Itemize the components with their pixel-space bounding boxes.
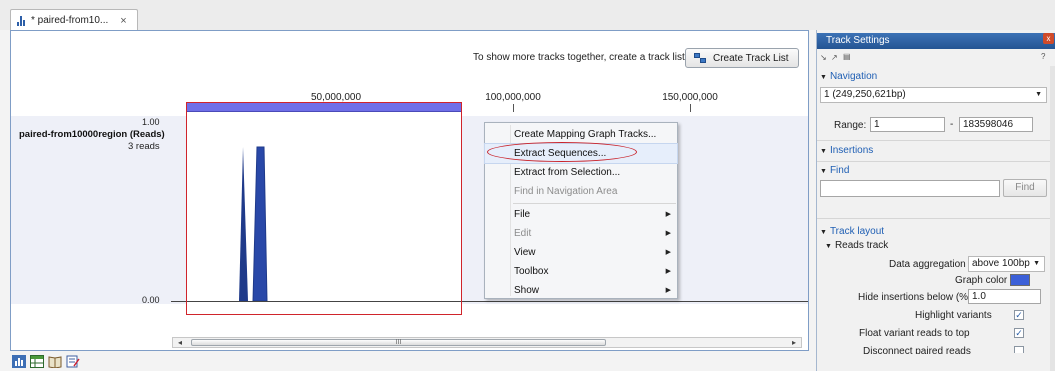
track-settings-panel: Track Settings x ↘ ↗ ▤ ? ▼ Navigation 1 (…	[816, 30, 1055, 371]
track-chart-icon	[17, 15, 27, 26]
menu-item-extract-from-selection[interactable]: Extract from Selection...	[485, 163, 677, 182]
submenu-arrow-icon: ▶	[665, 211, 671, 218]
collapse-all-icon[interactable]: ↘	[820, 53, 827, 62]
find-input[interactable]	[820, 180, 1000, 197]
ruler-tick	[690, 104, 691, 112]
menu-item-edit[interactable]: Edit ▶	[485, 224, 677, 243]
submenu-arrow-icon: ▶	[665, 249, 671, 256]
create-track-list-button[interactable]: Create Track List	[685, 48, 799, 68]
submenu-arrow-icon: ▶	[665, 230, 671, 237]
hide-insertions-label: Hide insertions below (%)	[858, 292, 972, 303]
ruler-tick	[513, 104, 514, 112]
panel-title: Track Settings	[817, 33, 1055, 49]
graph-color-swatch[interactable]	[1010, 274, 1030, 286]
panel-toolbar: ↘ ↗ ▤ ?	[817, 51, 1055, 66]
scrollbar-thumb[interactable]: III	[191, 339, 606, 346]
menu-item-create-mapping-graph-tracks[interactable]: Create Mapping Graph Tracks...	[485, 125, 677, 144]
find-button[interactable]: Find	[1003, 179, 1047, 197]
book-icon[interactable]	[48, 355, 62, 369]
track-list-icon	[694, 52, 707, 64]
table-view-icon[interactable]	[30, 355, 44, 368]
data-aggregation-label: Data aggregation	[889, 259, 966, 270]
disconnect-paired-label: Disconnect paired reads	[863, 346, 971, 354]
section-divider	[817, 161, 1050, 162]
float-variant-label: Float variant reads to top	[859, 328, 970, 339]
hide-insertions-input[interactable]: 1.0	[968, 289, 1041, 304]
close-icon[interactable]: x	[1043, 33, 1054, 44]
section-track-layout[interactable]: ▼ Track layout	[820, 226, 884, 237]
view-switcher	[12, 355, 80, 369]
selection-frame	[186, 102, 462, 315]
track-name: paired-from10000region (Reads)	[19, 129, 165, 140]
data-aggregation-select[interactable]: above 100bp ▼	[968, 256, 1045, 272]
range-dash: -	[950, 119, 954, 130]
track-view[interactable]: To show more tracks together, create a t…	[10, 30, 809, 351]
scroll-right-arrow[interactable]: ▸	[789, 338, 799, 347]
submenu-arrow-icon: ▶	[665, 268, 671, 275]
section-insertions[interactable]: ▼ Insertions	[820, 145, 873, 156]
dropdown-arrow-icon: ▼	[1035, 91, 1042, 98]
section-divider	[817, 140, 1050, 141]
menu-item-show[interactable]: Show ▶	[485, 281, 677, 300]
horizontal-scrollbar[interactable]: ◂ III ▸	[172, 337, 802, 348]
y-axis-min: 0.00	[142, 295, 160, 305]
track-view-icon[interactable]	[12, 355, 26, 368]
section-find[interactable]: ▼ Find	[820, 165, 849, 176]
menu-item-find-in-navigation-area[interactable]: Find in Navigation Area	[485, 182, 677, 201]
panel-scrollbar[interactable]	[1050, 66, 1055, 371]
graph-color-label: Graph color	[955, 275, 1008, 286]
annotation-circle	[487, 142, 637, 162]
range-from-input[interactable]: 1	[870, 117, 945, 132]
expand-all-icon[interactable]: ↗	[831, 53, 838, 62]
highlight-variants-label: Highlight variants	[915, 310, 992, 321]
ruler-label-100m: 100,000,000	[485, 92, 541, 103]
chromosome-select[interactable]: 1 (249,250,621bp) ▼	[820, 87, 1047, 103]
disconnect-paired-checkbox[interactable]	[1014, 346, 1024, 353]
editor-tab[interactable]: * paired-from10... ×	[10, 9, 138, 31]
subsection-reads-track[interactable]: ▼ Reads track	[825, 240, 888, 251]
section-navigation[interactable]: ▼ Navigation	[820, 71, 877, 82]
scroll-left-arrow[interactable]: ◂	[175, 338, 185, 347]
dropdown-arrow-icon: ▼	[1033, 260, 1040, 267]
create-track-list-label: Create Track List	[713, 52, 789, 64]
track-list-hint: To show more tracks together, create a t…	[473, 52, 688, 63]
track-read-count: 3 reads	[128, 141, 160, 152]
range-label: Range:	[834, 120, 867, 131]
submenu-arrow-icon: ▶	[665, 287, 671, 294]
section-divider	[817, 218, 1050, 219]
tab-bar: * paired-from10... ×	[0, 0, 1055, 31]
save-settings-icon[interactable]: ▤	[843, 52, 851, 61]
ruler-label-150m: 150,000,000	[662, 92, 718, 103]
history-icon[interactable]	[66, 355, 80, 368]
menu-item-toolbox[interactable]: Toolbox ▶	[485, 262, 677, 281]
help-icon[interactable]: ?	[1041, 52, 1045, 61]
menu-separator	[513, 203, 676, 204]
float-variant-checkbox[interactable]: ✓	[1014, 328, 1024, 338]
close-icon[interactable]: ×	[120, 15, 126, 27]
highlight-variants-checkbox[interactable]: ✓	[1014, 310, 1024, 320]
tab-title: * paired-from10...	[31, 15, 109, 26]
y-axis-max: 1.00	[142, 117, 160, 127]
menu-item-view[interactable]: View ▶	[485, 243, 677, 262]
range-to-input[interactable]: 183598046	[959, 117, 1033, 132]
menu-item-file[interactable]: File ▶	[485, 205, 677, 224]
